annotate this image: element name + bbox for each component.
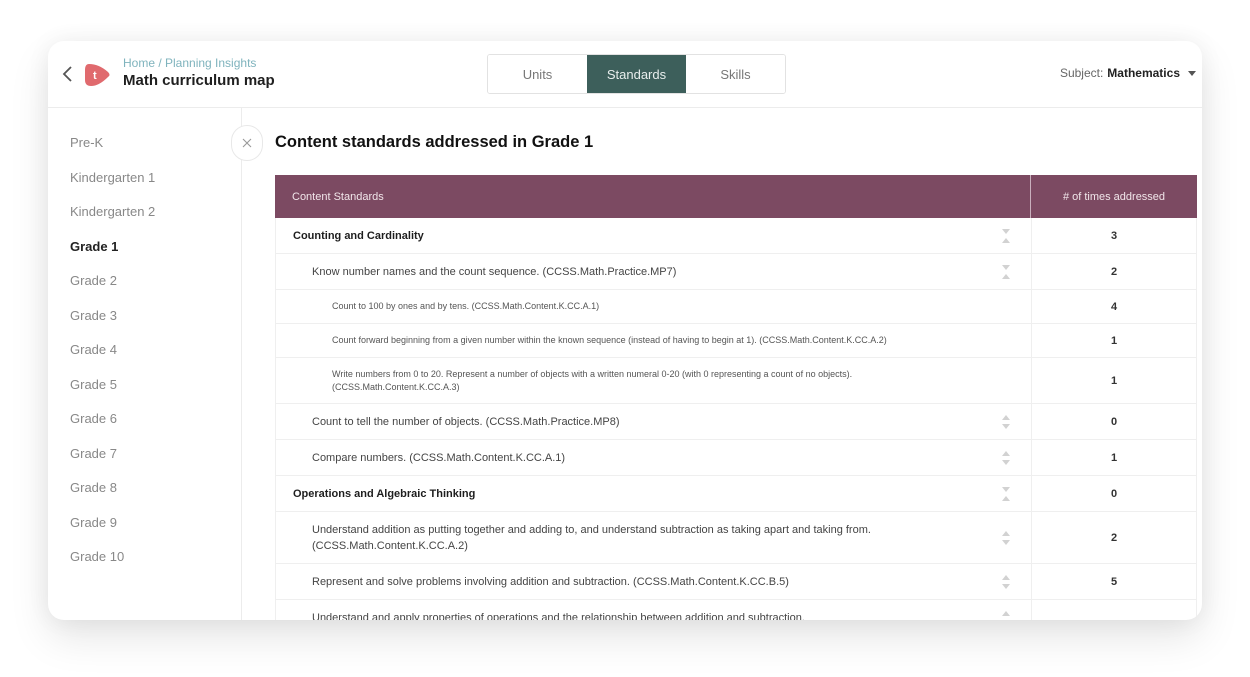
top-bar: t Home / Planning Insights Math curricul… <box>48 41 1202 108</box>
expand-icon[interactable] <box>1001 574 1011 590</box>
standard-cell: Write numbers from 0 to 20. Represent a … <box>276 358 1032 403</box>
count-cell: 5 <box>1110 575 1118 588</box>
standard-cell: Count forward beginning from a given num… <box>276 324 1032 357</box>
standard-text: Write numbers from 0 to 20. Represent a … <box>332 368 853 392</box>
standard-cell: Counting and Cardinality <box>276 218 1032 253</box>
table-row[interactable]: Understand addition as putting together … <box>275 512 1197 564</box>
standard-text: Counting and Cardinality <box>293 229 424 242</box>
app-window: t Home / Planning Insights Math curricul… <box>48 41 1202 620</box>
count-cell: 4 <box>1110 300 1118 313</box>
standard-text: Understand addition as putting together … <box>312 523 871 552</box>
breadcrumb[interactable]: Home / Planning Insights <box>123 56 256 70</box>
count-cell: 0 <box>1110 487 1118 500</box>
collapse-icon[interactable] <box>1001 228 1011 244</box>
table-row[interactable]: Know number names and the count sequence… <box>275 254 1197 290</box>
table-row: Write numbers from 0 to 20. Represent a … <box>275 358 1197 404</box>
standard-cell: Know number names and the count sequence… <box>276 254 1032 289</box>
table-row[interactable]: Understand and apply properties of opera… <box>275 600 1197 620</box>
sidebar-item-kindergarten-2[interactable]: Kindergarten 2 <box>70 204 155 219</box>
sidebar-item-pre-k[interactable]: Pre-K <box>70 135 103 150</box>
sidebar-item-grade-6[interactable]: Grade 6 <box>70 411 117 426</box>
table-row[interactable]: Compare numbers. (CCSS.Math.Content.K.CC… <box>275 440 1197 476</box>
sidebar-item-grade-7[interactable]: Grade 7 <box>70 446 117 461</box>
count-cell: 1 <box>1110 374 1118 387</box>
subject-dropdown[interactable]: Subject: Mathematics <box>1060 66 1196 80</box>
sidebar-item-grade-9[interactable]: Grade 9 <box>70 515 117 530</box>
standard-cell: Count to tell the number of objects. (CC… <box>276 404 1032 439</box>
standard-cell: Operations and Algebraic Thinking <box>276 476 1032 511</box>
count-cell <box>1032 600 1196 620</box>
table-body: Counting and Cardinality 3 Know number nam… <box>275 218 1197 620</box>
count-cell: 1 <box>1110 334 1118 347</box>
table-header: Content Standards # of times addressed <box>275 175 1197 218</box>
expand-icon[interactable] <box>1001 610 1011 621</box>
collapse-icon[interactable] <box>1001 486 1011 502</box>
sidebar-item-grade-4[interactable]: Grade 4 <box>70 342 117 357</box>
close-icon <box>242 138 252 148</box>
table-row[interactable]: Count to tell the number of objects. (CC… <box>275 404 1197 440</box>
count-cell: 2 <box>1110 265 1118 278</box>
table-row[interactable]: Operations and Algebraic Thinking 0 <box>275 476 1197 512</box>
standard-text: Count to 100 by ones and by tens. (CCSS.… <box>332 301 600 311</box>
table-row: Count to 100 by ones and by tens. (CCSS.… <box>275 290 1197 324</box>
standard-text: Count to tell the number of objects. (CC… <box>312 415 620 428</box>
standard-text: Count forward beginning from a given num… <box>332 335 887 345</box>
count-cell: 2 <box>1110 531 1118 544</box>
expand-icon[interactable] <box>1001 450 1011 466</box>
standards-table: Content Standards # of times addressed C… <box>275 175 1197 620</box>
count-cell: 3 <box>1110 229 1118 242</box>
count-cell: 0 <box>1110 415 1118 428</box>
count-cell: 1 <box>1110 451 1118 464</box>
standard-cell: Represent and solve problems involving a… <box>276 564 1032 599</box>
standard-cell: Compare numbers. (CCSS.Math.Content.K.CC… <box>276 440 1032 475</box>
standard-text: Compare numbers. (CCSS.Math.Content.K.CC… <box>312 451 566 464</box>
standard-text: Represent and solve problems involving a… <box>312 575 789 588</box>
subject-value: Mathematics <box>1107 66 1180 80</box>
sidebar-item-grade-3[interactable]: Grade 3 <box>70 308 117 323</box>
tab-standards[interactable]: Standards <box>587 55 686 93</box>
section-heading: Content standards addressed in Grade 1 <box>275 133 594 151</box>
subject-label: Subject: <box>1059 66 1104 80</box>
expand-icon[interactable] <box>1001 530 1011 546</box>
column-header-standards: Content Standards <box>275 175 1031 218</box>
standard-text: Know number names and the count sequence… <box>312 265 677 278</box>
close-sidebar-button[interactable] <box>231 125 263 161</box>
standard-text: Understand and apply properties of opera… <box>312 611 805 621</box>
view-tabs: Units Standards Skills <box>487 54 786 94</box>
tab-units[interactable]: Units <box>488 55 587 93</box>
sidebar-item-grade-5[interactable]: Grade 5 <box>70 377 117 392</box>
column-header-count: # of times addressed <box>1062 190 1166 203</box>
caret-down-icon <box>1188 70 1196 76</box>
table-row[interactable]: Represent and solve problems involving a… <box>275 564 1197 600</box>
back-chevron-icon[interactable] <box>60 64 76 84</box>
table-row: Count forward beginning from a given num… <box>275 324 1197 358</box>
grade-sidebar: Pre-K Kindergarten 1 Kindergarten 2 Grad… <box>48 108 242 620</box>
sidebar-item-grade-1[interactable]: Grade 1 <box>70 239 118 254</box>
logo-letter: t <box>93 70 97 82</box>
expand-icon[interactable] <box>1001 414 1011 430</box>
page-title: Math curriculum map <box>123 72 275 89</box>
tab-skills[interactable]: Skills <box>686 55 785 93</box>
sidebar-item-grade-10[interactable]: Grade 10 <box>70 549 124 564</box>
standard-cell: Understand and apply properties of opera… <box>276 600 1032 620</box>
standard-cell: Understand addition as putting together … <box>276 512 1032 563</box>
sidebar-item-grade-8[interactable]: Grade 8 <box>70 480 117 495</box>
sidebar-item-kindergarten-1[interactable]: Kindergarten 1 <box>70 170 155 185</box>
standard-text: Operations and Algebraic Thinking <box>293 487 476 500</box>
sidebar-item-grade-2[interactable]: Grade 2 <box>70 273 117 288</box>
collapse-icon[interactable] <box>1001 264 1011 280</box>
logo-icon: t <box>85 64 110 86</box>
table-row[interactable]: Counting and Cardinality 3 <box>275 218 1197 254</box>
standard-cell: Count to 100 by ones and by tens. (CCSS.… <box>276 290 1032 323</box>
